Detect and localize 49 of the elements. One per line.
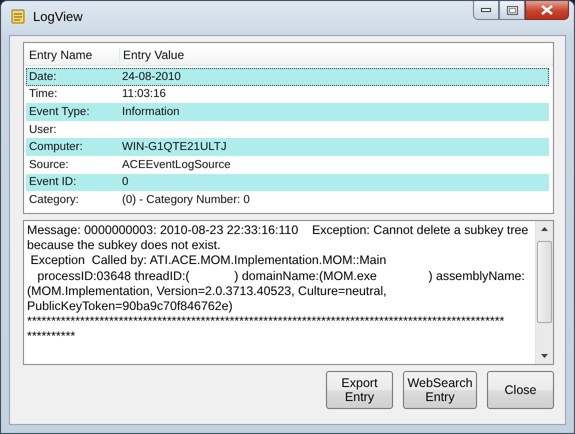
entry-name: Category: xyxy=(28,194,80,206)
list-row[interactable]: Computer: WIN-G1QTE21ULTJ xyxy=(26,138,549,156)
entry-name: Source: xyxy=(28,158,70,171)
entry-name: Computer: xyxy=(28,141,84,154)
message-line: (MOM.Implementation, Version=2.0.3713.40523, Culture=neutral, xyxy=(27,284,388,300)
entry-value: 24-08-2010 xyxy=(121,70,181,83)
vertical-scrollbar[interactable] xyxy=(535,221,553,364)
entry-value: Information xyxy=(121,106,180,118)
entry-value: 11:03:16 xyxy=(121,88,166,100)
message-text-area[interactable] xyxy=(23,220,554,365)
dialog-button[interactable]: Export Entry xyxy=(326,371,393,409)
down-arrow-icon xyxy=(541,354,548,358)
entry-value: ACEEventLogSource xyxy=(121,158,231,171)
list-row[interactable]: Time: 11:03:16 xyxy=(26,86,549,104)
list-row[interactable]: User: xyxy=(26,120,549,138)
entry-value: WIN-G1QTE21ULTJ xyxy=(121,141,227,154)
window-title: LogView xyxy=(33,8,83,24)
list-row[interactable]: Date: 24-08-2010 xyxy=(26,68,549,86)
message-line: Message: 0000000003: 2010-08-23 22:33:16:110 Exception: Cannot delete a subkey tree xyxy=(27,223,530,238)
list-row[interactable]: Source: ACEEventLogSource xyxy=(26,156,549,174)
message-line: *************************************************************************************************** xyxy=(27,314,506,330)
dialog-button[interactable]: Close xyxy=(487,371,554,409)
list-row[interactable]: Event ID: 0 xyxy=(26,174,549,192)
message-line: PublicKeyToken=90ba9c70f846762e) xyxy=(27,299,234,314)
column-header[interactable]: Entry Value xyxy=(120,48,184,62)
up-arrow-icon xyxy=(541,227,548,231)
scrollbar-thumb[interactable] xyxy=(537,241,552,323)
close-icon xyxy=(541,5,553,15)
entry-name: User: xyxy=(28,124,58,136)
list-row[interactable]: Event Type: Information xyxy=(26,103,549,121)
notepad-icon xyxy=(10,8,26,24)
message-line: because the subkey does not exist. xyxy=(27,238,222,254)
message-line: ********** xyxy=(27,329,76,345)
maximize-icon xyxy=(506,6,518,14)
entry-name: Date: xyxy=(28,70,58,83)
list-row[interactable]: Category: (0) - Category Number: 0 xyxy=(26,191,549,209)
entry-name: Event ID: xyxy=(28,176,78,188)
dialog-button[interactable]: WebSearch Entry xyxy=(403,371,477,409)
minimize-button[interactable] xyxy=(473,1,499,20)
entry-name: Event Type: xyxy=(28,106,91,118)
entry-name: Time: xyxy=(28,88,58,100)
close-button[interactable] xyxy=(525,1,569,20)
message-line: Exception Called by: ATI.ACE.MOM.Implementation.MOM::Main xyxy=(29,253,388,269)
message-line: processID:03648 threadID:( ) domainName:(MOM.exe ) assemblyName: xyxy=(36,268,526,284)
entry-value: 0 xyxy=(121,176,128,188)
column-header[interactable]: Entry Name xyxy=(26,48,120,62)
entry-value: (0) - Category Number: 0 xyxy=(121,194,250,206)
minimize-icon xyxy=(481,8,491,12)
maximize-button[interactable] xyxy=(499,1,525,20)
